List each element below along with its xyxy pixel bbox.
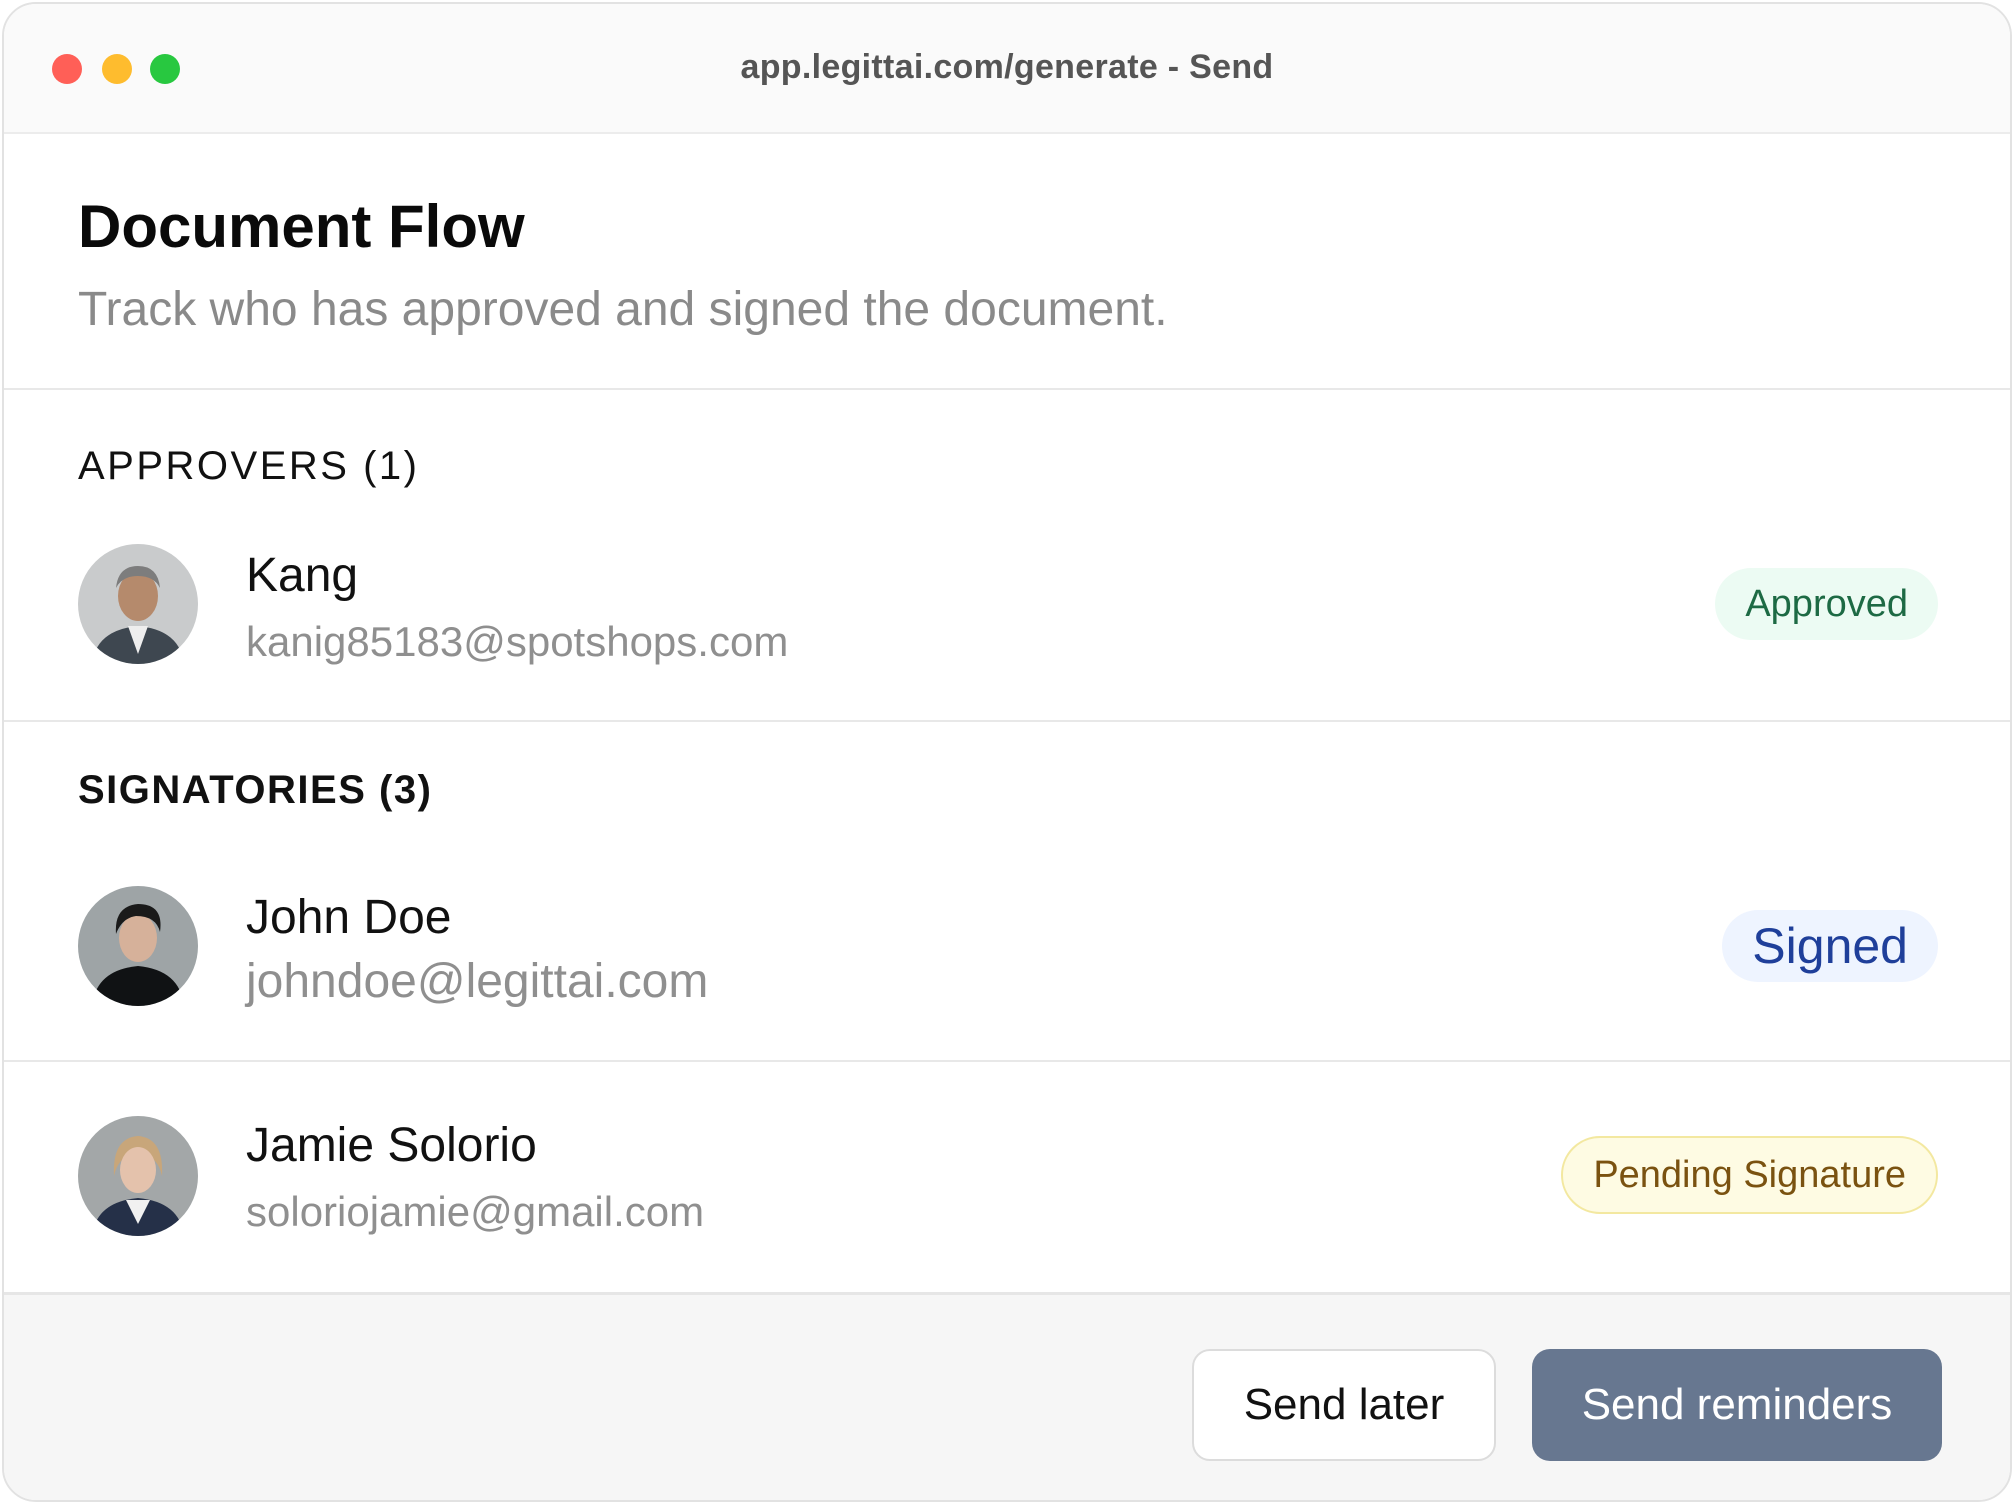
avatar-man-gray-hair-icon	[78, 544, 198, 664]
title-bar: app.legittai.com/generate - Send	[4, 4, 2010, 134]
avatar-man-black-turtleneck-icon	[78, 886, 198, 1006]
footer-actions: Send later Send reminders	[4, 1292, 2010, 1500]
signatories-heading: SIGNATORIES (3)	[78, 768, 433, 812]
signatory-email: soloriojamie@gmail.com	[246, 1188, 705, 1235]
status-badge-approved: Approved	[1715, 568, 1938, 640]
signatory-email: johndoe@legittai.com	[246, 955, 709, 1008]
status-badge-pending: Pending Signature	[1561, 1136, 1938, 1214]
approver-name: Kang	[246, 549, 359, 602]
signatory-row: Jamie Solorio soloriojamie@gmail.com Pen…	[4, 1114, 2010, 1294]
divider	[4, 720, 2010, 722]
window-url-title: app.legittai.com/generate - Send	[740, 48, 1274, 86]
signatory-name: Jamie Solorio	[246, 1119, 537, 1172]
send-reminders-button[interactable]: Send reminders	[1532, 1349, 1942, 1461]
divider	[4, 1060, 2010, 1062]
page-header: Document Flow Track who has approved and…	[4, 134, 2010, 390]
approver-email: kanig85183@spotshops.com	[246, 618, 789, 665]
avatar-woman-blonde-icon	[78, 1116, 198, 1236]
approvers-heading: APPROVERS (1)	[78, 444, 420, 488]
browser-window: app.legittai.com/generate - Send Documen…	[2, 2, 2012, 1502]
page-title: Document Flow	[78, 193, 525, 260]
page-subtitle: Track who has approved and signed the do…	[78, 283, 1168, 336]
send-later-button[interactable]: Send later	[1192, 1349, 1496, 1461]
signatory-name: John Doe	[246, 891, 452, 944]
signatory-row: John Doe johndoe@legittai.com Signed	[4, 884, 2010, 1064]
approver-row: Kang kanig85183@spotshops.com Approved	[4, 544, 2010, 724]
status-badge-signed: Signed	[1722, 910, 1938, 982]
